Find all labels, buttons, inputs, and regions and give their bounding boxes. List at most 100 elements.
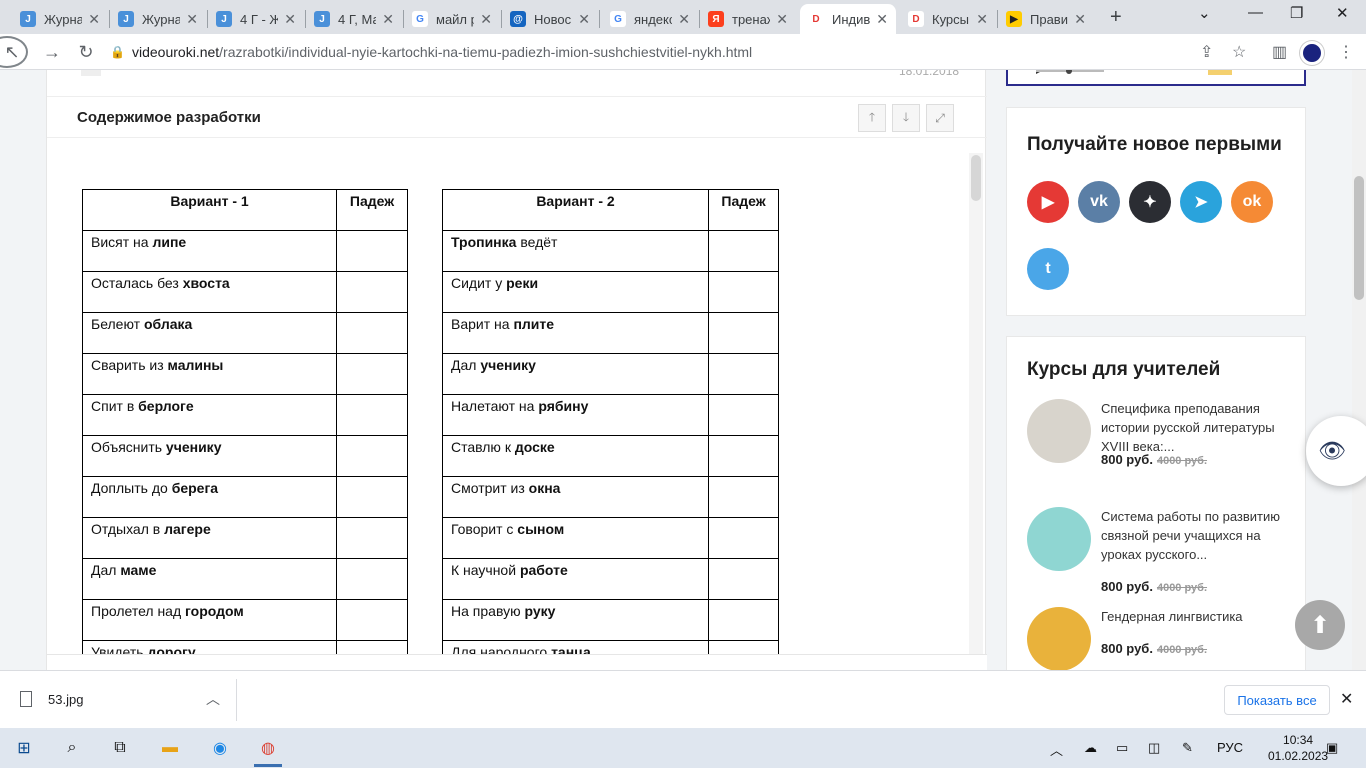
browser-tab[interactable]: J 4 Г, Ма ✕ [306, 4, 402, 34]
task-view-icon[interactable]: ⧉ [108, 736, 132, 760]
vk-icon[interactable]: vk [1078, 181, 1120, 223]
scroll-to-top-button[interactable]: ⬆ [1295, 600, 1345, 650]
tab-close-icon[interactable]: ✕ [186, 11, 198, 28]
table-row: Говорит с сыном [441, 517, 779, 559]
language-indicator[interactable]: РУС [1217, 740, 1243, 755]
address-bar[interactable]: 🔒 videouroki.net/razrabotki/individual-n… [110, 38, 1260, 66]
noun-highlight: окна [528, 480, 561, 496]
case-cell [336, 271, 408, 313]
tab-search-icon[interactable]: ⌄ [1198, 4, 1211, 22]
table-row: Тропинка ведёт [441, 230, 779, 272]
twitter-icon[interactable]: t [1027, 248, 1069, 290]
scroll-down-icon[interactable]: 🡓 [892, 104, 920, 132]
case-cell [336, 599, 408, 641]
course-thumbnail[interactable] [1027, 607, 1091, 670]
document-scroll-thumb[interactable] [971, 155, 981, 201]
course-thumbnail[interactable] [1027, 399, 1091, 463]
page-scroll-thumb[interactable] [1354, 176, 1364, 300]
browser-tab[interactable]: J Журнал ✕ [12, 4, 108, 34]
browser-tab[interactable]: J 4 Г - Ж ✕ [208, 4, 304, 34]
forward-button[interactable]: → [40, 40, 64, 64]
youtube-icon[interactable]: ▶ [1027, 181, 1069, 223]
document-scrollbar[interactable] [969, 153, 983, 670]
network-icon[interactable]: ▭ [1116, 740, 1128, 756]
telegram-icon[interactable]: ➤ [1180, 181, 1222, 223]
course-title[interactable]: Система работы по развитию связной речи … [1101, 507, 1291, 564]
clock[interactable]: 10:34 01.02.2023 [1268, 732, 1328, 764]
tab-close-icon[interactable]: ✕ [88, 11, 100, 28]
course-price: 800 руб. 4000 руб. [1101, 579, 1207, 594]
chevron-up-tray-icon[interactable]: ︿ [1050, 740, 1063, 759]
download-item[interactable]: 53.jpg [20, 691, 83, 707]
browser-tab[interactable]: D Курсы ✕ [900, 4, 996, 34]
tab-close-icon[interactable]: ✕ [1074, 11, 1086, 28]
browser-tab[interactable]: Gяндекс ✕ [602, 4, 698, 34]
browser-tab[interactable]: Ятренаж ✕ [700, 4, 796, 34]
table-row: Дал ученику [441, 353, 779, 395]
tab-close-icon[interactable]: ✕ [578, 11, 590, 28]
accessibility-eye-icon[interactable]: 👁 [1306, 416, 1366, 486]
course-thumbnail[interactable] [1027, 507, 1091, 571]
profile-avatar[interactable] [1300, 41, 1324, 65]
notifications-icon[interactable]: ▣ [1326, 740, 1338, 756]
new-tab-button[interactable]: + [1110, 6, 1122, 29]
onedrive-icon[interactable]: ☁ [1084, 740, 1097, 756]
dzen-icon[interactable]: ✦ [1129, 181, 1171, 223]
variant-2-table: Вариант - 2 Падеж Тропинка ведёт Сидит у … [441, 189, 779, 670]
tab-close-icon[interactable]: ✕ [382, 11, 394, 28]
video-ad-banner[interactable]: ▶ [1006, 70, 1306, 86]
volume-icon[interactable]: ◫ [1148, 740, 1160, 756]
course-title[interactable]: Специфика преподавания истории русской л… [1101, 399, 1291, 456]
search-icon[interactable]: ⌕ [60, 736, 84, 760]
browser-tab[interactable]: ▶ Прави ✕ [998, 4, 1094, 34]
close-icon[interactable]: ✕ [1340, 689, 1353, 709]
table-row: Висят на липе [81, 230, 408, 272]
odnoklassniki-icon[interactable]: ok [1231, 181, 1273, 223]
browser-tab[interactable]: @ Новос ✕ [502, 4, 598, 34]
maximize-button[interactable]: ❐ [1290, 4, 1303, 22]
case-header: Падеж [336, 189, 408, 231]
browser-tab[interactable]: J Журнал ✕ [110, 4, 206, 34]
edge-icon[interactable]: ◉ [208, 736, 232, 760]
phrase-text: К научной [451, 562, 520, 578]
tab-close-icon[interactable]: ✕ [678, 11, 690, 28]
phrase-cell: Осталась без хвоста [81, 271, 338, 313]
chevron-up-icon[interactable]: ︿ [206, 689, 220, 709]
phrase-cell: Отдыхал в лагере [81, 517, 338, 559]
author-avatar-stub [81, 70, 101, 76]
old-price: 4000 руб. [1156, 644, 1208, 656]
tab-close-icon[interactable]: ✕ [876, 11, 888, 28]
document-viewer: Вариант - 1 Падеж Висят на липе Осталась … [47, 139, 987, 670]
tab-close-icon[interactable]: ✕ [284, 11, 296, 28]
reload-button[interactable]: ↻ [74, 40, 98, 64]
bookmark-star-icon[interactable]: ☆ [1232, 42, 1246, 62]
tab-close-icon[interactable]: ✕ [976, 11, 988, 28]
share-icon[interactable]: ⇪ [1200, 42, 1213, 62]
page-scrollbar[interactable] [1352, 70, 1366, 670]
pen-icon[interactable]: ✎ [1182, 740, 1193, 756]
tab-strip: JЖурнал✕JЖурнал✕J4 Г - Ж✕J4 Г, Ма✕Gмайл … [0, 0, 1366, 34]
scroll-up-icon[interactable]: 🡑 [858, 104, 886, 132]
show-all-button[interactable]: Показать все [1224, 685, 1330, 715]
browser-tab[interactable]: D Индив ✕ [800, 4, 896, 34]
file-explorer-icon[interactable]: ▬ [158, 736, 182, 760]
side-panel-icon[interactable]: ▥ [1272, 42, 1287, 62]
course-title[interactable]: Гендерная лингвистика [1101, 607, 1291, 626]
tab-close-icon[interactable]: ✕ [480, 11, 492, 28]
table-row: Доплыть до берега [81, 476, 408, 518]
noun-highlight: малины [167, 357, 224, 373]
noun-highlight: маме [120, 562, 157, 578]
menu-icon[interactable]: ⋮ [1338, 42, 1354, 62]
case-cell [708, 230, 779, 272]
browser-tab[interactable]: Gмайл р ✕ [404, 4, 500, 34]
fullscreen-icon[interactable]: ⤢ [926, 104, 954, 132]
close-window-button[interactable]: ✕ [1336, 4, 1349, 22]
tab-close-icon[interactable]: ✕ [776, 11, 788, 28]
chrome-icon[interactable]: ◍ [256, 736, 280, 760]
ad-progress-handle[interactable] [1066, 70, 1072, 74]
phrase-text: Дал [91, 562, 121, 578]
windows-start-icon[interactable]: ⊞ [12, 736, 36, 760]
phrase-cell: Варит на плите [441, 312, 710, 354]
minimize-button[interactable]: — [1248, 4, 1263, 21]
tab-title: 4 Г - Ж [240, 11, 278, 27]
